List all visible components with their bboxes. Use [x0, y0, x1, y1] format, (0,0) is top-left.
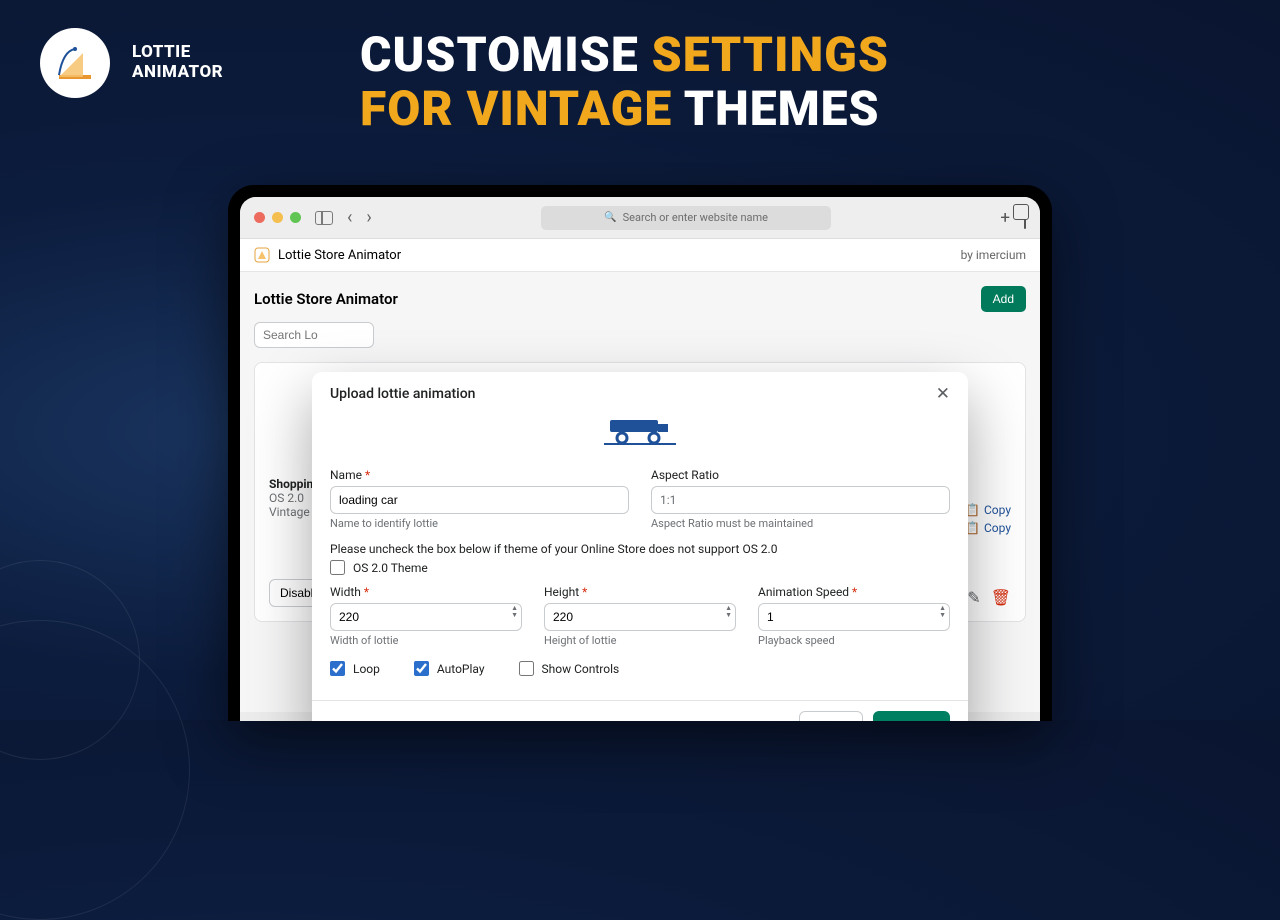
new-tab-icon[interactable]: +	[1000, 208, 1010, 228]
speed-label: Animation Speed	[758, 585, 950, 599]
modal-title: Upload lottie animation	[330, 386, 475, 402]
height-stepper[interactable]: ▲▼	[725, 605, 732, 619]
width-input[interactable]	[330, 603, 522, 631]
search-icon: 🔍	[604, 212, 616, 223]
sidebar-toggle-icon[interactable]	[315, 211, 333, 225]
name-input[interactable]	[330, 486, 629, 514]
trash-icon[interactable]: 🗑	[991, 588, 1011, 607]
copy-action[interactable]: 📋Copy	[965, 503, 1011, 517]
app-mini-icon	[254, 247, 270, 263]
brand-line2: ANIMATOR	[132, 63, 223, 83]
speed-input[interactable]	[758, 603, 950, 631]
aspect-label: Aspect Ratio	[651, 468, 950, 482]
loop-checkbox[interactable]	[330, 661, 345, 676]
aspect-input[interactable]: 1:1	[651, 486, 950, 514]
animation-preview	[330, 416, 950, 450]
width-helper: Width of lottie	[330, 634, 522, 647]
search-input[interactable]	[254, 322, 374, 348]
add-button[interactable]: Add	[981, 286, 1026, 312]
decor-circle	[0, 620, 190, 920]
height-input[interactable]	[544, 603, 736, 631]
autoplay-checkbox[interactable]	[414, 661, 429, 676]
headline: CUSTOMISE SETTINGS FOR VINTAGE THEMES	[360, 28, 889, 136]
laptop-mock: ‹ › 🔍 Search or enter website name +	[228, 185, 1052, 721]
tabs-icon[interactable]	[1024, 208, 1026, 228]
close-dot-icon[interactable]	[254, 212, 265, 223]
back-icon[interactable]: ‹	[347, 207, 352, 228]
height-helper: Height of lottie	[544, 634, 736, 647]
traffic-lights	[254, 212, 301, 223]
brand-line1: LOTTIE	[132, 43, 223, 63]
copy-action[interactable]: 📋Copy	[965, 521, 1011, 535]
speed-helper: Playback speed	[758, 634, 950, 647]
brand-logo	[40, 28, 110, 98]
name-helper: Name to identify lottie	[330, 517, 629, 530]
close-icon[interactable]: ✕	[936, 384, 950, 404]
upload-modal: Upload lottie animation ✕	[312, 372, 968, 721]
height-label: Height	[544, 585, 736, 599]
app-byline: by imercium	[961, 248, 1026, 262]
address-bar[interactable]: 🔍 Search or enter website name	[541, 206, 831, 230]
brand-block: LOTTIE ANIMATOR	[40, 28, 223, 98]
forward-icon[interactable]: ›	[366, 207, 371, 228]
page-title: Lottie Store Animator	[254, 290, 398, 308]
minimize-dot-icon[interactable]	[272, 212, 283, 223]
speed-stepper[interactable]: ▲▼	[939, 605, 946, 619]
zoom-dot-icon[interactable]	[290, 212, 301, 223]
show-controls-checkbox[interactable]	[519, 661, 534, 676]
os-theme-checkbox[interactable]	[330, 560, 345, 575]
os-note: Please uncheck the box below if theme of…	[330, 542, 950, 556]
browser-chrome: ‹ › 🔍 Search or enter website name +	[240, 197, 1040, 239]
edit-icon[interactable]: ✎	[967, 588, 980, 607]
name-label: Name	[330, 468, 629, 482]
width-label: Width	[330, 585, 522, 599]
os-theme-label: OS 2.0 Theme	[353, 561, 428, 575]
aspect-helper: Aspect Ratio must be maintained	[651, 517, 950, 530]
width-stepper[interactable]: ▲▼	[511, 605, 518, 619]
app-header: Lottie Store Animator by imercium	[240, 239, 1040, 272]
app-title: Lottie Store Animator	[278, 248, 401, 263]
